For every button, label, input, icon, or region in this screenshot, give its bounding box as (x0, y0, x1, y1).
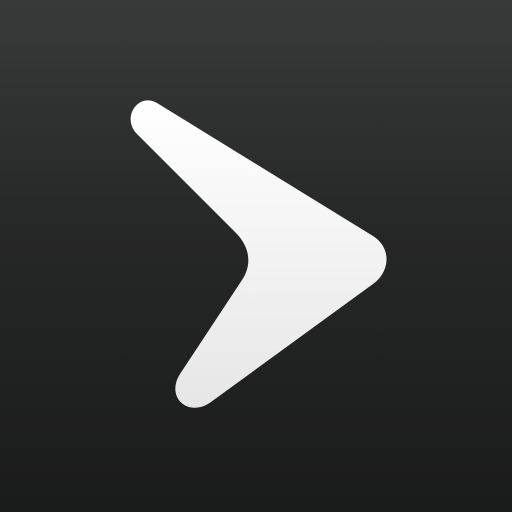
app-icon-tile (0, 0, 512, 512)
play-chevron-icon (130, 100, 387, 408)
chevron-shape (130, 100, 387, 408)
